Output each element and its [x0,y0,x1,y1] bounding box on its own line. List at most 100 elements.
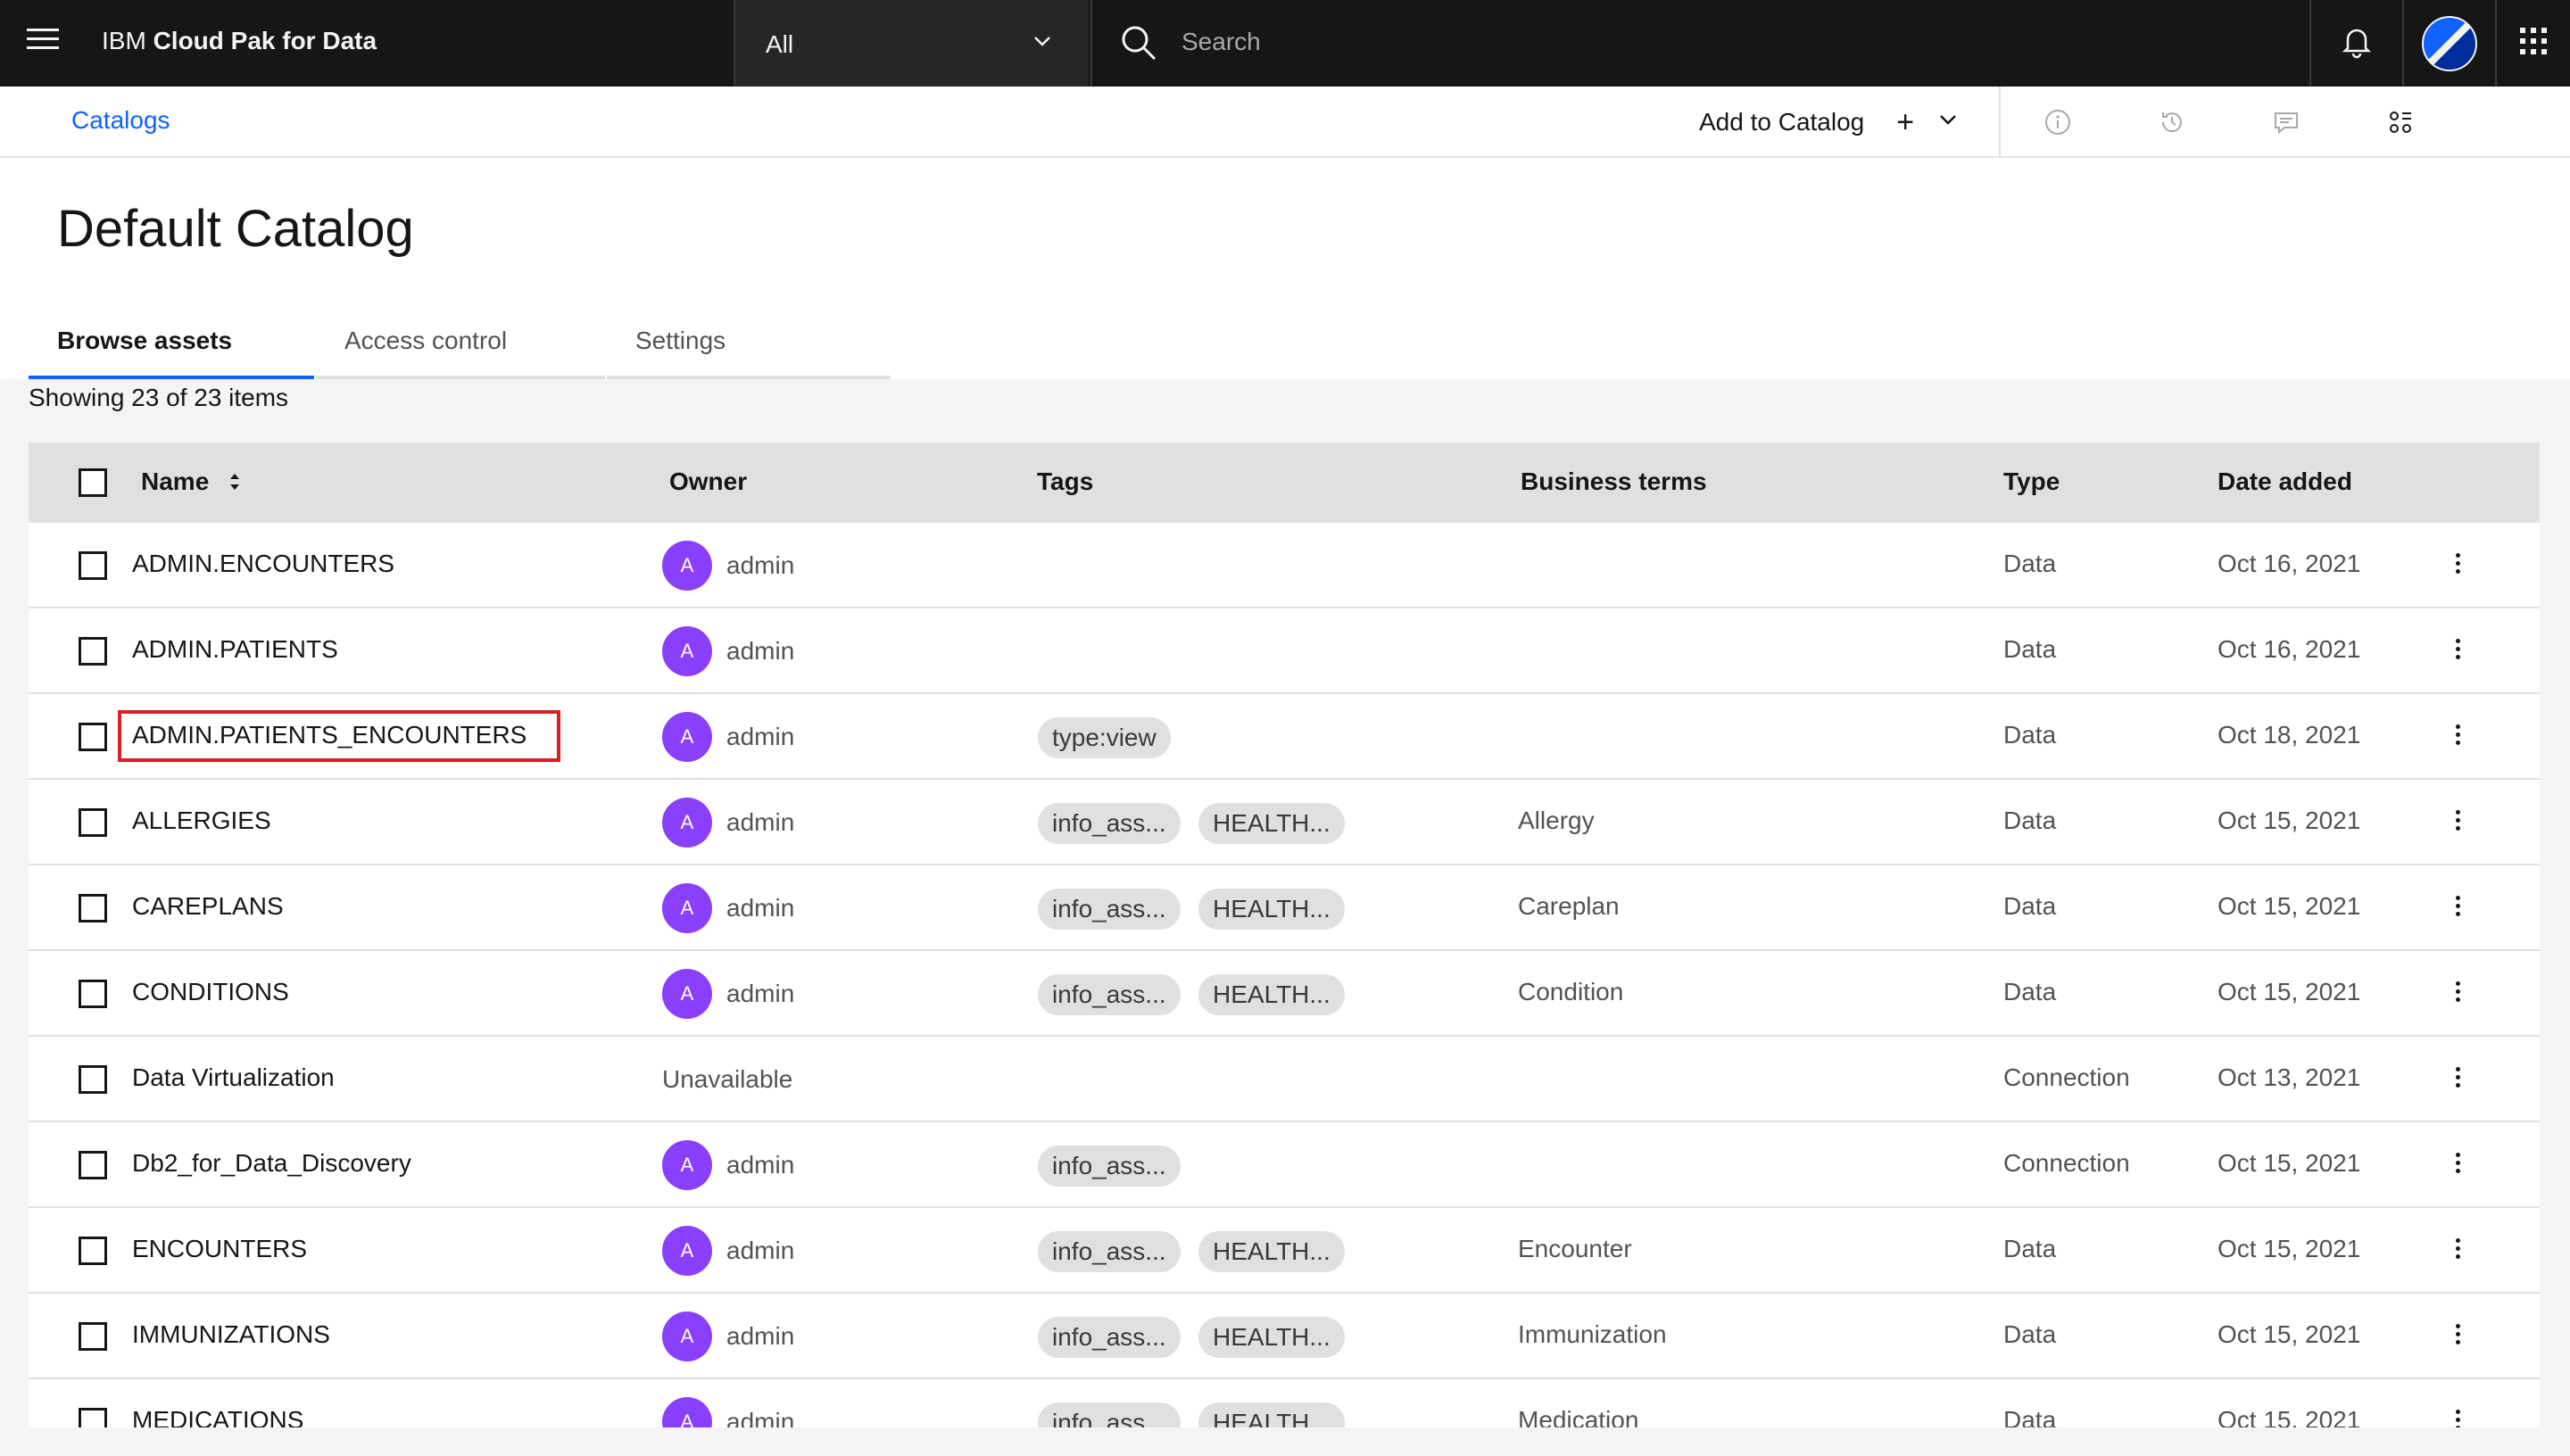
overflow-menu-icon[interactable] [2450,724,2465,751]
overflow-menu-icon[interactable] [2450,1324,2465,1351]
column-header-type[interactable]: Type [2003,467,2060,496]
table-row[interactable]: MEDICATIONS Aadmin info_ass... HEALTH... Med… [29,1379,2540,1427]
app-grid-icon [2518,26,2549,61]
asset-name-link[interactable]: ADMIN.PATIENTS [132,635,338,664]
breadcrumb-catalogs-link[interactable]: Catalogs [71,106,170,135]
owner-cell: Aadmin [662,1397,794,1427]
app-switcher-button[interactable] [2495,0,2570,87]
overflow-menu-icon[interactable] [2450,981,2465,1008]
notifications-button[interactable] [2309,0,2402,87]
tag-chip[interactable]: HEALTH... [1198,974,1345,1015]
row-checkbox[interactable] [79,808,107,837]
tag-chip[interactable]: info_ass... [1038,1146,1181,1187]
column-header-tags[interactable]: Tags [1037,467,1093,496]
business-term: Encounter [1518,1235,1632,1262]
table-row[interactable]: IMMUNIZATIONS Aadmin info_ass... HEALTH... I… [29,1294,2540,1379]
tag-chip[interactable]: HEALTH... [1198,1231,1345,1272]
asset-name-link[interactable]: CONDITIONS [132,978,289,1006]
tag-chip[interactable]: HEALTH... [1198,803,1345,844]
tab-browse-assets[interactable]: Browse assets [29,306,314,379]
overflow-menu-icon[interactable] [2450,639,2465,666]
settings-adjust-icon[interactable] [2384,106,2417,138]
hamburger-menu-icon[interactable] [27,29,59,54]
select-all-checkbox[interactable] [79,468,107,497]
asset-name-link[interactable]: Data Virtualization [132,1063,335,1092]
product-brand[interactable]: IBM Cloud Pak for Data [102,27,377,55]
overflow-menu-icon[interactable] [2450,1067,2465,1094]
row-checkbox[interactable] [79,1151,107,1179]
asset-type: Data [2003,1235,2057,1262]
search-input[interactable] [1181,20,2252,64]
tab-access-control[interactable]: Access control [316,306,605,379]
table-row[interactable]: Db2_for_Data_Discovery Aadmin info_ass... C… [29,1122,2540,1208]
asset-name-link[interactable]: Db2_for_Data_Discovery [132,1149,411,1178]
asset-name-link[interactable]: ADMIN.ENCOUNTERS [132,550,394,578]
tag-chip[interactable]: type:view [1038,717,1171,758]
overflow-menu-icon[interactable] [2450,553,2465,580]
asset-name-link[interactable]: ALLERGIES [132,807,271,835]
table-row[interactable]: ADMIN.PATIENTS Aadmin Data Oct 16, 2021 [29,608,2540,694]
table-row[interactable]: ADMIN.ENCOUNTERS Aadmin Data Oct 16, 2021 [29,523,2540,608]
business-term: Careplan [1518,892,1620,920]
add-to-catalog-label: Add to Catalog [1699,108,1865,136]
owner-cell: Aadmin [662,883,794,933]
add-to-catalog-button[interactable]: Add to Catalog + [1699,87,1999,158]
tag-chip[interactable]: info_ass... [1038,889,1181,930]
table-row[interactable]: CAREPLANS Aadmin info_ass... HEALTH... Carep… [29,865,2540,951]
row-checkbox[interactable] [79,894,107,922]
tag-chip[interactable]: info_ass... [1038,974,1181,1015]
comment-icon[interactable] [2270,106,2302,138]
history-icon[interactable] [2156,106,2188,138]
info-icon[interactable] [2042,106,2074,138]
tag-chip[interactable]: HEALTH... [1198,889,1345,930]
asset-type: Data [2003,978,2057,1005]
scope-label: All [766,30,794,58]
row-checkbox[interactable] [79,637,107,666]
search-icon[interactable] [1119,23,1158,67]
row-checkbox[interactable] [79,1237,107,1265]
overflow-menu-icon[interactable] [2450,1153,2465,1179]
asset-name-link[interactable]: CAREPLANS [132,892,284,921]
owner-avatar: A [662,1140,712,1190]
owner-avatar: A [662,883,712,933]
table-row[interactable]: Data Virtualization Unavailable Connection… [29,1037,2540,1122]
row-checkbox[interactable] [79,980,107,1008]
tab-settings[interactable]: Settings [607,306,891,379]
tag-chip[interactable]: HEALTH... [1198,1402,1345,1427]
scope-dropdown[interactable]: All [734,0,1089,87]
brand-prefix: IBM [102,27,146,54]
overflow-menu-icon[interactable] [2450,1238,2465,1265]
tag-chip[interactable]: info_ass... [1038,1231,1181,1272]
row-checkbox[interactable] [79,1065,107,1094]
user-avatar-button[interactable] [2402,0,2495,87]
sort-icon[interactable] [228,469,241,498]
owner-cell: Aadmin [662,798,794,848]
overflow-menu-icon[interactable] [2450,810,2465,837]
column-header-name[interactable]: Name [141,467,241,498]
asset-name-link[interactable]: ENCOUNTERS [132,1235,307,1263]
column-header-owner[interactable]: Owner [669,467,747,496]
column-header-date-added[interactable]: Date added [2218,467,2352,496]
business-term: Allergy [1518,807,1595,834]
owner-cell: Unavailable [662,1055,792,1104]
table-row[interactable]: CONDITIONS Aadmin info_ass... HEALTH... Cond… [29,951,2540,1037]
table-row[interactable]: ENCOUNTERS Aadmin info_ass... HEALTH... Enco… [29,1208,2540,1294]
tag-chip[interactable]: info_ass... [1038,1317,1181,1358]
column-header-business-terms[interactable]: Business terms [1521,467,1707,496]
row-checkbox[interactable] [79,1408,107,1427]
asset-name-link[interactable]: MEDICATIONS [132,1406,303,1427]
tag-chip[interactable]: info_ass... [1038,1402,1181,1427]
table-row[interactable]: ADMIN.PATIENTS_ENCOUNTERS Aadmin type:view… [29,694,2540,780]
asset-name-link[interactable]: IMMUNIZATIONS [132,1320,330,1349]
table-header: Name Owner Tags Business terms Type Date… [29,443,2540,523]
overflow-menu-icon[interactable] [2450,1410,2465,1427]
tag-chip[interactable]: info_ass... [1038,803,1181,844]
overflow-menu-icon[interactable] [2450,896,2465,922]
row-checkbox[interactable] [79,551,107,580]
row-checkbox[interactable] [79,1322,107,1351]
table-row[interactable]: ALLERGIES Aadmin info_ass... HEALTH... Aller… [29,780,2540,865]
date-added: Oct 15, 2021 [2218,892,2361,920]
tag-chip[interactable]: HEALTH... [1198,1317,1345,1358]
row-checkbox[interactable] [79,723,107,751]
asset-name-link[interactable]: ADMIN.PATIENTS_ENCOUNTERS [132,721,526,749]
